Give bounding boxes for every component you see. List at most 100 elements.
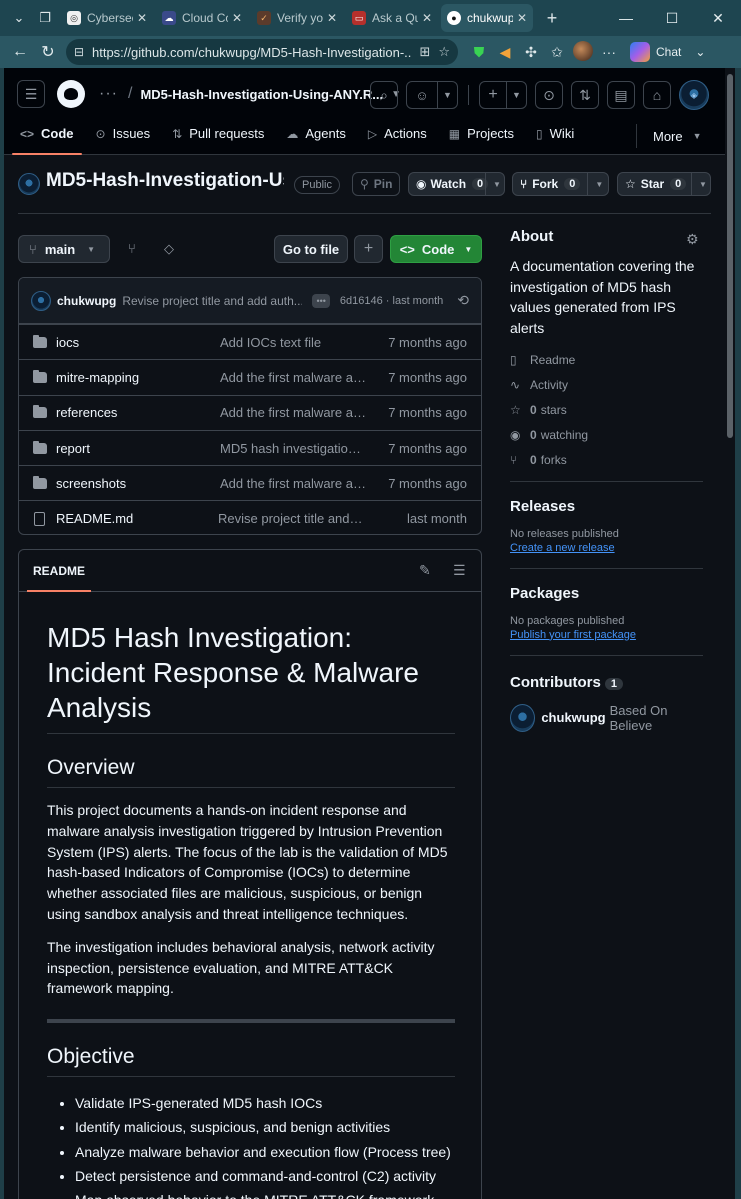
pull-requests-icon[interactable]: ⇅ xyxy=(571,81,599,109)
table-row[interactable]: mitre-mapping Add the first malware ana.… xyxy=(19,359,481,394)
file-commit-message[interactable]: Add the first malware ana... xyxy=(220,370,368,385)
hamburger-menu-icon[interactable]: ☰ xyxy=(17,80,45,108)
plus-icon[interactable]: + xyxy=(480,82,506,108)
minimize-icon[interactable]: — xyxy=(603,10,649,26)
favorite-star-icon[interactable]: ☆ xyxy=(438,44,450,60)
pin-button[interactable]: ⚲ Pin xyxy=(352,172,400,196)
contributor-item[interactable]: chukwupg Based On Believe xyxy=(510,703,703,733)
create-new-split-button[interactable]: + ▼ xyxy=(479,81,527,109)
go-to-file-button[interactable]: Go to file xyxy=(274,235,348,263)
branch-selector[interactable]: ⑂ main ▼ xyxy=(18,235,110,263)
workspaces-icon[interactable]: ❐ xyxy=(32,5,58,31)
file-commit-message[interactable]: Add IOCs text file xyxy=(220,335,368,350)
file-commit-message[interactable]: Add the first malware ana... xyxy=(220,405,368,420)
repo-owner-avatar[interactable] xyxy=(18,173,40,195)
create-release-link[interactable]: Create a new release xyxy=(510,542,703,554)
url-field[interactable]: ⊟ https://github.com/chukwupg/MD5-Hash-I… xyxy=(66,39,458,65)
code-button[interactable]: <> Code ▼ xyxy=(390,235,482,263)
copilot-icon[interactable]: ☺ xyxy=(407,82,437,108)
file-name[interactable]: screenshots xyxy=(56,476,220,491)
forks-link[interactable]: ⑂ 0 forks xyxy=(510,452,703,468)
branches-icon[interactable]: ⑂ xyxy=(128,241,136,256)
contributors-heading[interactable]: Contributors 1 xyxy=(510,674,703,691)
repo-title[interactable]: MD5-Hash-Investigation-Usi... xyxy=(46,170,284,192)
watch-button[interactable]: ◉ Watch 0 ▼ xyxy=(408,172,505,196)
activity-link[interactable]: ∿ Activity xyxy=(510,377,703,393)
table-row[interactable]: iocs Add IOCs text file 7 months ago xyxy=(19,324,481,359)
close-window-icon[interactable]: ✕ xyxy=(695,10,741,27)
browser-tab-1[interactable]: ◎ Cybersecu ✕ xyxy=(61,4,153,32)
chevron-down-icon[interactable]: ⌄ xyxy=(695,45,705,59)
inbox-icon[interactable]: ⌂ xyxy=(643,81,671,109)
commit-meta[interactable]: 6d16146 · last month xyxy=(340,295,443,307)
contributor-name[interactable]: chukwupg xyxy=(541,710,605,725)
new-tab-icon[interactable]: + xyxy=(539,5,565,31)
table-row[interactable]: README.md Revise project title and ad...… xyxy=(19,500,481,534)
extensions-puzzle-icon[interactable]: ✣ xyxy=(518,44,544,61)
publish-package-link[interactable]: Publish your first package xyxy=(510,629,703,641)
packages-heading[interactable]: Packages xyxy=(510,585,703,602)
table-row[interactable]: references Add the first malware ana... … xyxy=(19,394,481,430)
profile-avatar[interactable] xyxy=(570,40,596,64)
chevron-down-icon[interactable]: ▼ xyxy=(691,173,714,195)
scrollbar-thumb[interactable] xyxy=(727,74,733,438)
tab-actions-icon[interactable]: ⌄ xyxy=(6,5,32,31)
search-icon[interactable]: ⌕ xyxy=(370,81,398,109)
commit-message[interactable]: Revise project title and add auth... xyxy=(122,294,302,308)
file-name[interactable]: references xyxy=(56,405,220,420)
back-icon[interactable]: ← xyxy=(6,43,34,61)
tab-pull-requests[interactable]: ⇅ Pull requests xyxy=(164,120,272,147)
tab-issues[interactable]: ⊙ Issues xyxy=(88,120,159,147)
file-name[interactable]: README.md xyxy=(56,511,218,526)
chevron-down-icon[interactable]: ▼ xyxy=(587,173,610,195)
table-row[interactable]: screenshots Add the first malware ana...… xyxy=(19,465,481,500)
browser-tab-4[interactable]: ▭ Ask a Que ✕ xyxy=(346,4,438,32)
close-icon[interactable]: ✕ xyxy=(232,11,242,25)
close-icon[interactable]: ✕ xyxy=(422,11,432,25)
file-commit-message[interactable]: MD5 hash investigation r... xyxy=(220,441,368,456)
copilot-chat-button[interactable]: Chat ⌄ xyxy=(630,42,705,62)
chevron-down-icon[interactable]: ▼ xyxy=(506,82,526,108)
close-icon[interactable]: ✕ xyxy=(517,11,527,25)
commit-author[interactable]: chukwupg xyxy=(57,294,116,308)
readme-link[interactable]: ▯ Readme xyxy=(510,352,703,368)
tab-actions[interactable]: ▷ Actions xyxy=(360,120,435,147)
more-tabs-button[interactable]: More ▼ xyxy=(636,124,702,148)
site-info-icon[interactable]: ⊟ xyxy=(74,45,92,59)
edit-pencil-icon[interactable]: ✎ xyxy=(419,562,431,579)
page-scrollbar[interactable] xyxy=(725,68,735,1199)
table-row[interactable]: report MD5 hash investigation r... 7 mon… xyxy=(19,429,481,465)
fork-button[interactable]: ⑂ Fork 0 ▼ xyxy=(512,172,609,196)
history-icon[interactable]: ⟲ xyxy=(457,292,469,309)
maximize-icon[interactable]: ☐ xyxy=(649,10,695,27)
refresh-icon[interactable]: ↻ xyxy=(34,42,62,62)
readme-tab[interactable]: README xyxy=(26,564,92,592)
more-options-icon[interactable]: ··· xyxy=(596,44,622,60)
file-commit-message[interactable]: Add the first malware ana... xyxy=(220,476,368,491)
tags-icon[interactable]: ◇ xyxy=(164,241,174,257)
watching-link[interactable]: ◉ 0 watching xyxy=(510,427,703,443)
tab-agents[interactable]: ☁ Agents xyxy=(278,120,353,147)
issues-icon[interactable]: ⊙ xyxy=(535,81,563,109)
expand-commit-button[interactable]: ••• xyxy=(312,293,330,308)
avatar[interactable] xyxy=(31,290,51,311)
file-commit-message[interactable]: Revise project title and ad... xyxy=(218,511,366,526)
star-button[interactable]: ☆ Star 0 ▼ xyxy=(617,172,711,196)
close-icon[interactable]: ✕ xyxy=(137,11,147,25)
avatar[interactable] xyxy=(510,703,536,732)
browser-tab-3[interactable]: ✓ Verify you ✕ xyxy=(251,4,343,32)
favorites-list-icon[interactable]: ✩ xyxy=(544,44,570,61)
browser-tab-5-active[interactable]: ● chukwupg ✕ xyxy=(441,4,533,32)
breadcrumb-overflow-icon[interactable]: ··· xyxy=(99,85,118,103)
browser-tab-2[interactable]: ☁ Cloud Con ✕ xyxy=(156,4,248,32)
chevron-down-icon[interactable]: ▼ xyxy=(437,82,457,108)
breadcrumb-repo[interactable]: MD5-Hash-Investigation-Using-ANY.R... xyxy=(140,87,383,102)
close-icon[interactable]: ✕ xyxy=(327,11,337,25)
stars-link[interactable]: ☆ 0 stars xyxy=(510,402,703,418)
split-screen-icon[interactable]: ⊞ xyxy=(419,44,430,60)
tab-wiki[interactable]: ▯ Wiki xyxy=(528,120,582,147)
user-avatar[interactable]: ◈ xyxy=(679,80,709,110)
chevron-down-icon[interactable]: ▼ xyxy=(485,173,508,195)
outline-list-icon[interactable]: ☰ xyxy=(453,562,466,579)
tab-code[interactable]: <> Code xyxy=(12,120,82,155)
